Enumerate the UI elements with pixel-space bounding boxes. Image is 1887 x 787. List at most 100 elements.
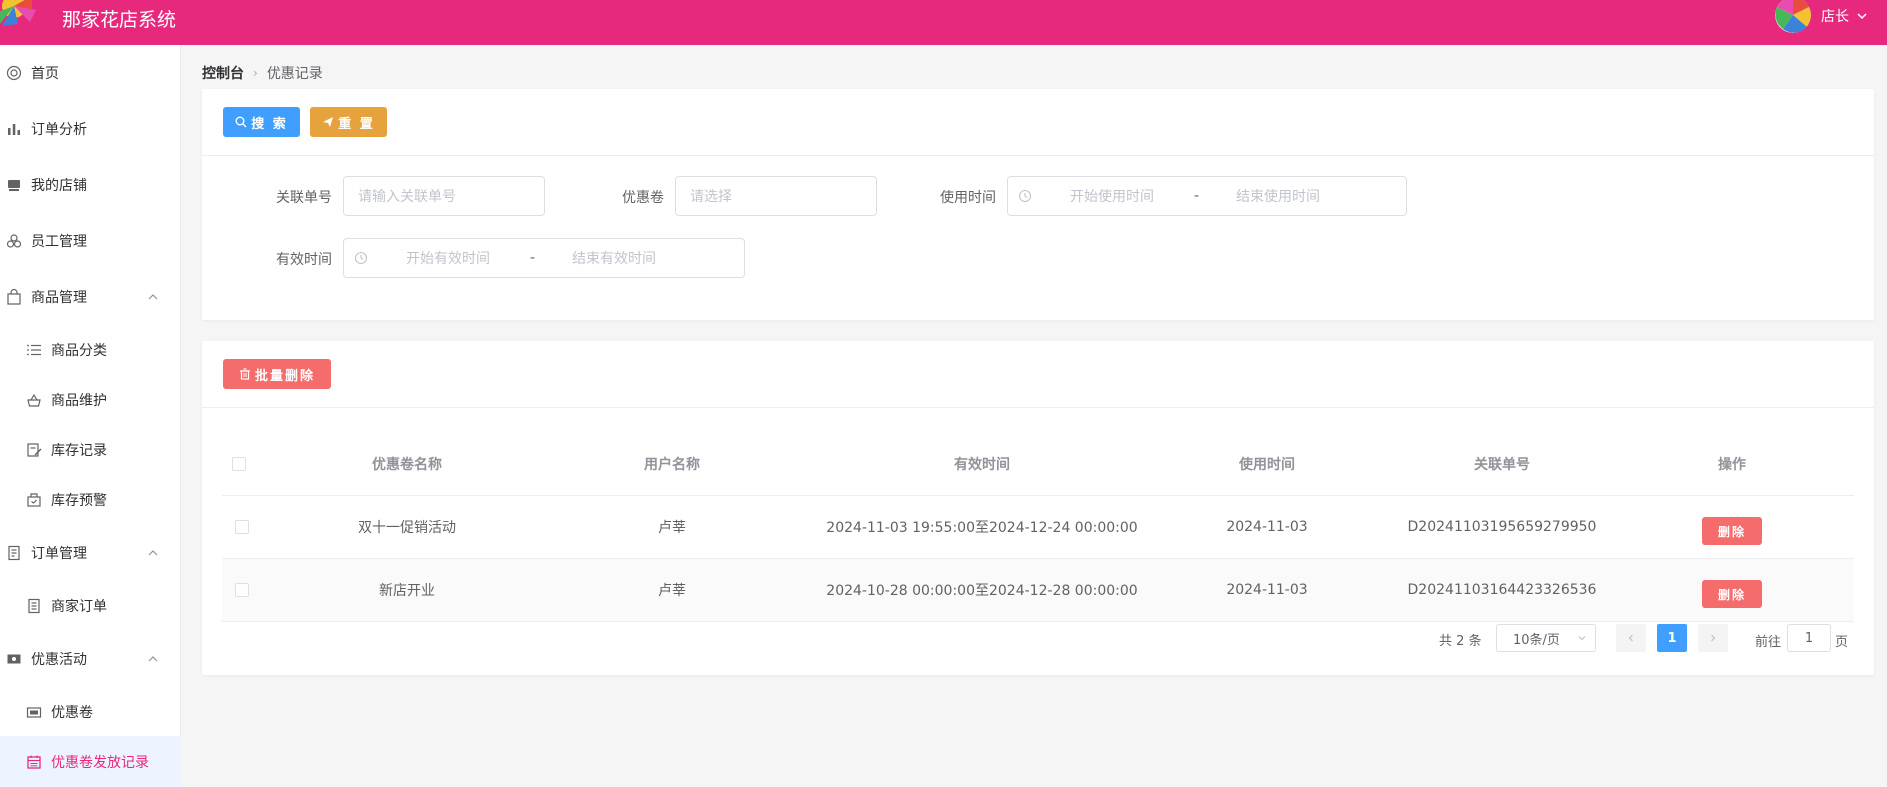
delete-button[interactable]: 删除 xyxy=(1702,580,1762,608)
send-icon xyxy=(323,117,334,127)
bag-icon xyxy=(7,289,21,305)
sidebar-item-stock-alert[interactable]: 库存预警 xyxy=(0,486,181,514)
table-row: 双十一促销活动 卢莘 2024-11-03 19:55:00至2024-12-2… xyxy=(222,496,1854,559)
clock-icon xyxy=(354,251,368,265)
breadcrumb: 控制台 › 优惠记录 xyxy=(202,63,323,83)
row-checkbox[interactable] xyxy=(235,520,249,534)
chevron-down-icon[interactable] xyxy=(1855,9,1869,23)
sidebar: 首页 订单分析 我的店铺 员工管理 商品管理 商品分类 商品维护 库存记录 库存… xyxy=(0,45,181,787)
use-time-range-picker[interactable]: 开始使用时间 - 结束使用时间 xyxy=(1007,176,1407,216)
batch-delete-label: 批量删除 xyxy=(254,368,315,384)
page-size-select[interactable]: 10条/页 xyxy=(1496,624,1596,652)
sidebar-item-goods-category[interactable]: 商品分类 xyxy=(0,336,181,364)
bar-chart-icon xyxy=(8,124,20,135)
search-icon xyxy=(235,116,247,128)
cell-user: 卢莘 xyxy=(658,583,686,599)
sidebar-item-staff[interactable]: 员工管理 xyxy=(0,227,181,255)
breadcrumb-home[interactable]: 控制台 xyxy=(202,63,244,83)
logo-icon xyxy=(0,0,36,26)
sidebar-item-label: 订单分析 xyxy=(31,122,87,138)
clock-icon xyxy=(1018,189,1032,203)
use-time-start-placeholder: 开始使用时间 xyxy=(1070,189,1154,205)
use-time-label: 使用时间 xyxy=(940,190,996,206)
sidebar-item-label: 商品管理 xyxy=(31,290,87,306)
sidebar-item-promotions[interactable]: 优惠活动 xyxy=(0,645,181,673)
sidebar-item-goods[interactable]: 商品管理 xyxy=(0,283,181,311)
store-icon xyxy=(8,180,20,191)
sidebar-item-label: 首页 xyxy=(31,66,59,82)
col-header-valid-time: 有效时间 xyxy=(954,456,1010,473)
prev-page-button[interactable] xyxy=(1616,624,1646,652)
sidebar-item-merchant-orders[interactable]: 商家订单 xyxy=(0,592,181,620)
home-icon xyxy=(6,65,22,81)
chevron-up-icon xyxy=(148,656,158,662)
sidebar-item-label: 员工管理 xyxy=(31,234,87,250)
sidebar-item-label: 商品维护 xyxy=(51,393,107,409)
goto-prefix: 前往 xyxy=(1755,635,1782,650)
sidebar-item-goods-maintain[interactable]: 商品维护 xyxy=(0,386,181,414)
valid-time-range-picker[interactable]: 开始有效时间 - 结束有效时间 xyxy=(343,238,745,278)
sidebar-item-label: 我的店铺 xyxy=(31,178,87,194)
page-number-button[interactable]: 1 xyxy=(1657,624,1687,652)
coupon-icon xyxy=(26,707,42,718)
search-button[interactable]: 搜 索 xyxy=(223,107,300,137)
sidebar-item-label: 库存记录 xyxy=(51,443,107,459)
search-button-label: 搜 索 xyxy=(251,116,288,132)
order-no-input[interactable]: 请输入关联单号 xyxy=(343,176,545,216)
sidebar-item-coupon-records[interactable]: 优惠卷发放记录 xyxy=(0,736,181,787)
next-page-button[interactable] xyxy=(1698,624,1728,652)
page-size-value: 10条/页 xyxy=(1513,632,1560,648)
chevron-up-icon xyxy=(148,550,158,556)
range-separator: - xyxy=(530,250,536,266)
sidebar-item-label: 商家订单 xyxy=(51,599,107,615)
users-icon xyxy=(6,234,22,248)
valid-time-end-placeholder: 结束有效时间 xyxy=(572,251,656,267)
sidebar-item-stock-records[interactable]: 库存记录 xyxy=(0,436,181,464)
chevron-left-icon xyxy=(1628,634,1633,642)
trash-icon xyxy=(239,368,250,380)
chevron-right-icon: › xyxy=(253,66,258,80)
user-menu[interactable]: 店长 xyxy=(1775,0,1869,33)
cell-order-no: D20241103164423326536 xyxy=(1407,582,1597,598)
table-header-row: 优惠卷名称 用户名称 有效时间 使用时间 关联单号 操作 xyxy=(222,432,1854,496)
batch-delete-button[interactable]: 批量删除 xyxy=(223,359,331,389)
row-checkbox[interactable] xyxy=(235,583,249,597)
pagination-total: 共 2 条 xyxy=(1439,634,1482,649)
valid-time-label: 有效时间 xyxy=(276,252,332,268)
cell-coupon: 双十一促销活动 xyxy=(358,520,456,536)
delete-button[interactable]: 删除 xyxy=(1702,517,1762,545)
select-all-cell xyxy=(222,432,256,495)
cell-action: 删除 xyxy=(1642,559,1822,621)
cell-use-time: 2024-11-03 xyxy=(1226,519,1308,535)
search-panel: 搜 索 重 置 关联单号 请输入关联单号 优惠卷 请选择 使用时间 开始使用时间… xyxy=(202,89,1874,320)
app-title: 那家花店系统 xyxy=(62,9,177,31)
goto-suffix: 页 xyxy=(1835,635,1849,650)
sidebar-item-my-store[interactable]: 我的店铺 xyxy=(0,171,181,199)
table-panel: 批量删除 优惠卷名称 用户名称 有效时间 使用时间 关联单号 操作 双十一促销活… xyxy=(202,341,1874,675)
edit-doc-icon xyxy=(27,443,42,457)
user-name[interactable]: 店长 xyxy=(1821,6,1849,26)
sidebar-item-label: 商品分类 xyxy=(51,343,107,359)
top-header: 那家花店系统 店长 xyxy=(0,0,1887,45)
reset-button-label: 重 置 xyxy=(338,116,375,132)
avatar[interactable] xyxy=(1775,0,1811,33)
cell-valid-time: 2024-10-28 00:00:00至2024-12-28 00:00:00 xyxy=(826,583,1138,599)
order-icon xyxy=(28,598,40,614)
row-select-cell xyxy=(222,559,262,621)
coupon-placeholder: 请选择 xyxy=(690,189,732,205)
select-all-checkbox[interactable] xyxy=(232,456,246,471)
sidebar-item-order-analysis[interactable]: 订单分析 xyxy=(0,115,181,143)
cell-order-no: D20241103195659279950 xyxy=(1407,519,1597,535)
cell-user: 卢莘 xyxy=(658,520,686,536)
cell-use-time: 2024-11-03 xyxy=(1226,582,1308,598)
goto-page-input[interactable]: 1 xyxy=(1787,624,1831,652)
list-icon xyxy=(27,344,41,356)
sidebar-item-home[interactable]: 首页 xyxy=(0,59,181,87)
col-header-use-time: 使用时间 xyxy=(1239,456,1295,473)
sidebar-item-orders[interactable]: 订单管理 xyxy=(0,539,181,567)
reset-button[interactable]: 重 置 xyxy=(310,107,387,137)
sidebar-item-coupons[interactable]: 优惠卷 xyxy=(0,698,181,726)
ticket-icon xyxy=(7,654,21,664)
coupon-select[interactable]: 请选择 xyxy=(675,176,877,216)
divider xyxy=(202,407,1874,408)
